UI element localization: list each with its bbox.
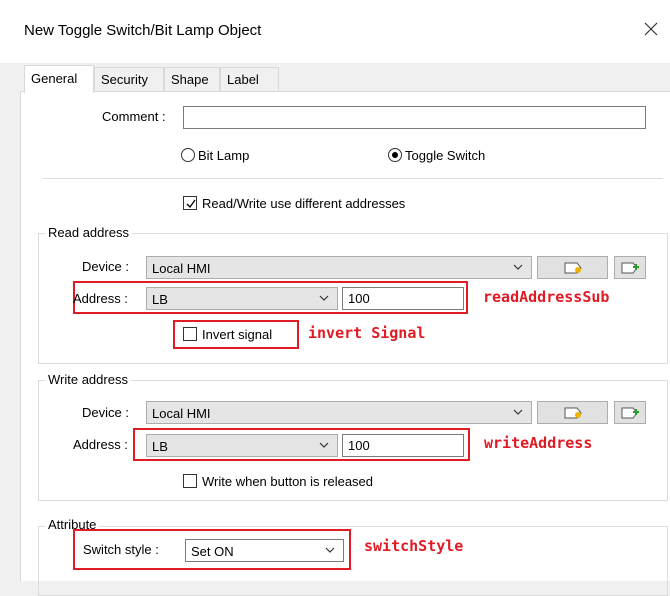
close-button[interactable] — [638, 16, 664, 42]
window-title: New Toggle Switch/Bit Lamp Object — [24, 22, 262, 39]
write-address-label: Address : — [73, 437, 128, 452]
write-tag-settings-button[interactable] — [537, 401, 608, 424]
rw-diff-checkbox[interactable] — [183, 196, 197, 210]
write-address-annotation: writeAddress — [484, 434, 593, 452]
chevron-down-icon — [319, 442, 329, 448]
read-device-label: Device : — [82, 259, 129, 274]
write-release-label: Write when button is released — [202, 474, 374, 489]
invert-signal-checkbox[interactable] — [183, 327, 197, 341]
read-add-tag-button[interactable] — [614, 256, 646, 279]
read-tag-settings-button[interactable] — [537, 256, 608, 279]
chevron-down-icon — [325, 547, 335, 553]
chevron-down-icon — [513, 264, 523, 270]
comment-label: Comment : — [102, 109, 166, 124]
write-device-label: Device : — [82, 405, 129, 420]
title-bar: New Toggle Switch/Bit Lamp Object — [0, 0, 670, 63]
close-icon — [644, 22, 658, 36]
invert-signal-label: Invert signal — [202, 327, 273, 342]
read-address-type: LB — [152, 292, 168, 307]
invert-annotation: invert Signal — [308, 324, 426, 342]
switch-style-select[interactable]: Set ON — [185, 539, 344, 562]
read-address-type-select[interactable]: LB — [146, 287, 338, 310]
read-device-select[interactable]: Local HMI — [146, 256, 532, 279]
separator — [43, 178, 663, 179]
read-address-annotation: readAddressSub — [483, 288, 610, 306]
add-tag-icon — [621, 407, 639, 418]
switch-style-annotation: switchStyle — [364, 537, 464, 555]
general-panel: Comment : Bit Lamp Toggle Switch Read/Wr… — [20, 91, 670, 596]
radio-toggle-switch[interactable] — [388, 148, 402, 162]
toggle-switch-label: Toggle Switch — [405, 148, 486, 163]
write-address-type: LB — [152, 439, 168, 454]
add-tag-icon — [621, 262, 639, 273]
tag-settings-icon — [564, 262, 582, 273]
tab-label[interactable]: Label — [220, 67, 279, 92]
write-add-tag-button[interactable] — [614, 401, 646, 424]
tag-settings-icon — [564, 407, 582, 418]
chevron-down-icon — [513, 409, 523, 415]
chevron-down-icon — [319, 295, 329, 301]
radio-bit-lamp[interactable] — [181, 148, 195, 162]
tab-shape[interactable]: Shape — [164, 67, 220, 92]
switch-style-label: Switch style : — [83, 542, 159, 557]
bit-lamp-label: Bit Lamp — [198, 148, 250, 163]
read-address-title: Read address — [45, 225, 132, 240]
write-device-select[interactable]: Local HMI — [146, 401, 532, 424]
read-address-label: Address : — [73, 291, 128, 306]
tab-general[interactable]: General — [24, 65, 94, 93]
read-device-value: Local HMI — [152, 261, 211, 276]
write-address-type-select[interactable]: LB — [146, 434, 338, 457]
rw-diff-label: Read/Write use different addresses — [202, 196, 406, 211]
write-release-checkbox[interactable] — [183, 474, 197, 488]
switch-style-value: Set ON — [191, 544, 234, 559]
tab-security[interactable]: Security — [94, 67, 164, 92]
write-address-input[interactable]: 100 — [342, 434, 464, 457]
check-icon — [186, 199, 196, 209]
write-address-title: Write address — [45, 372, 131, 387]
write-device-value: Local HMI — [152, 406, 211, 421]
read-address-input[interactable]: 100 — [342, 287, 464, 310]
comment-input[interactable] — [183, 106, 646, 129]
